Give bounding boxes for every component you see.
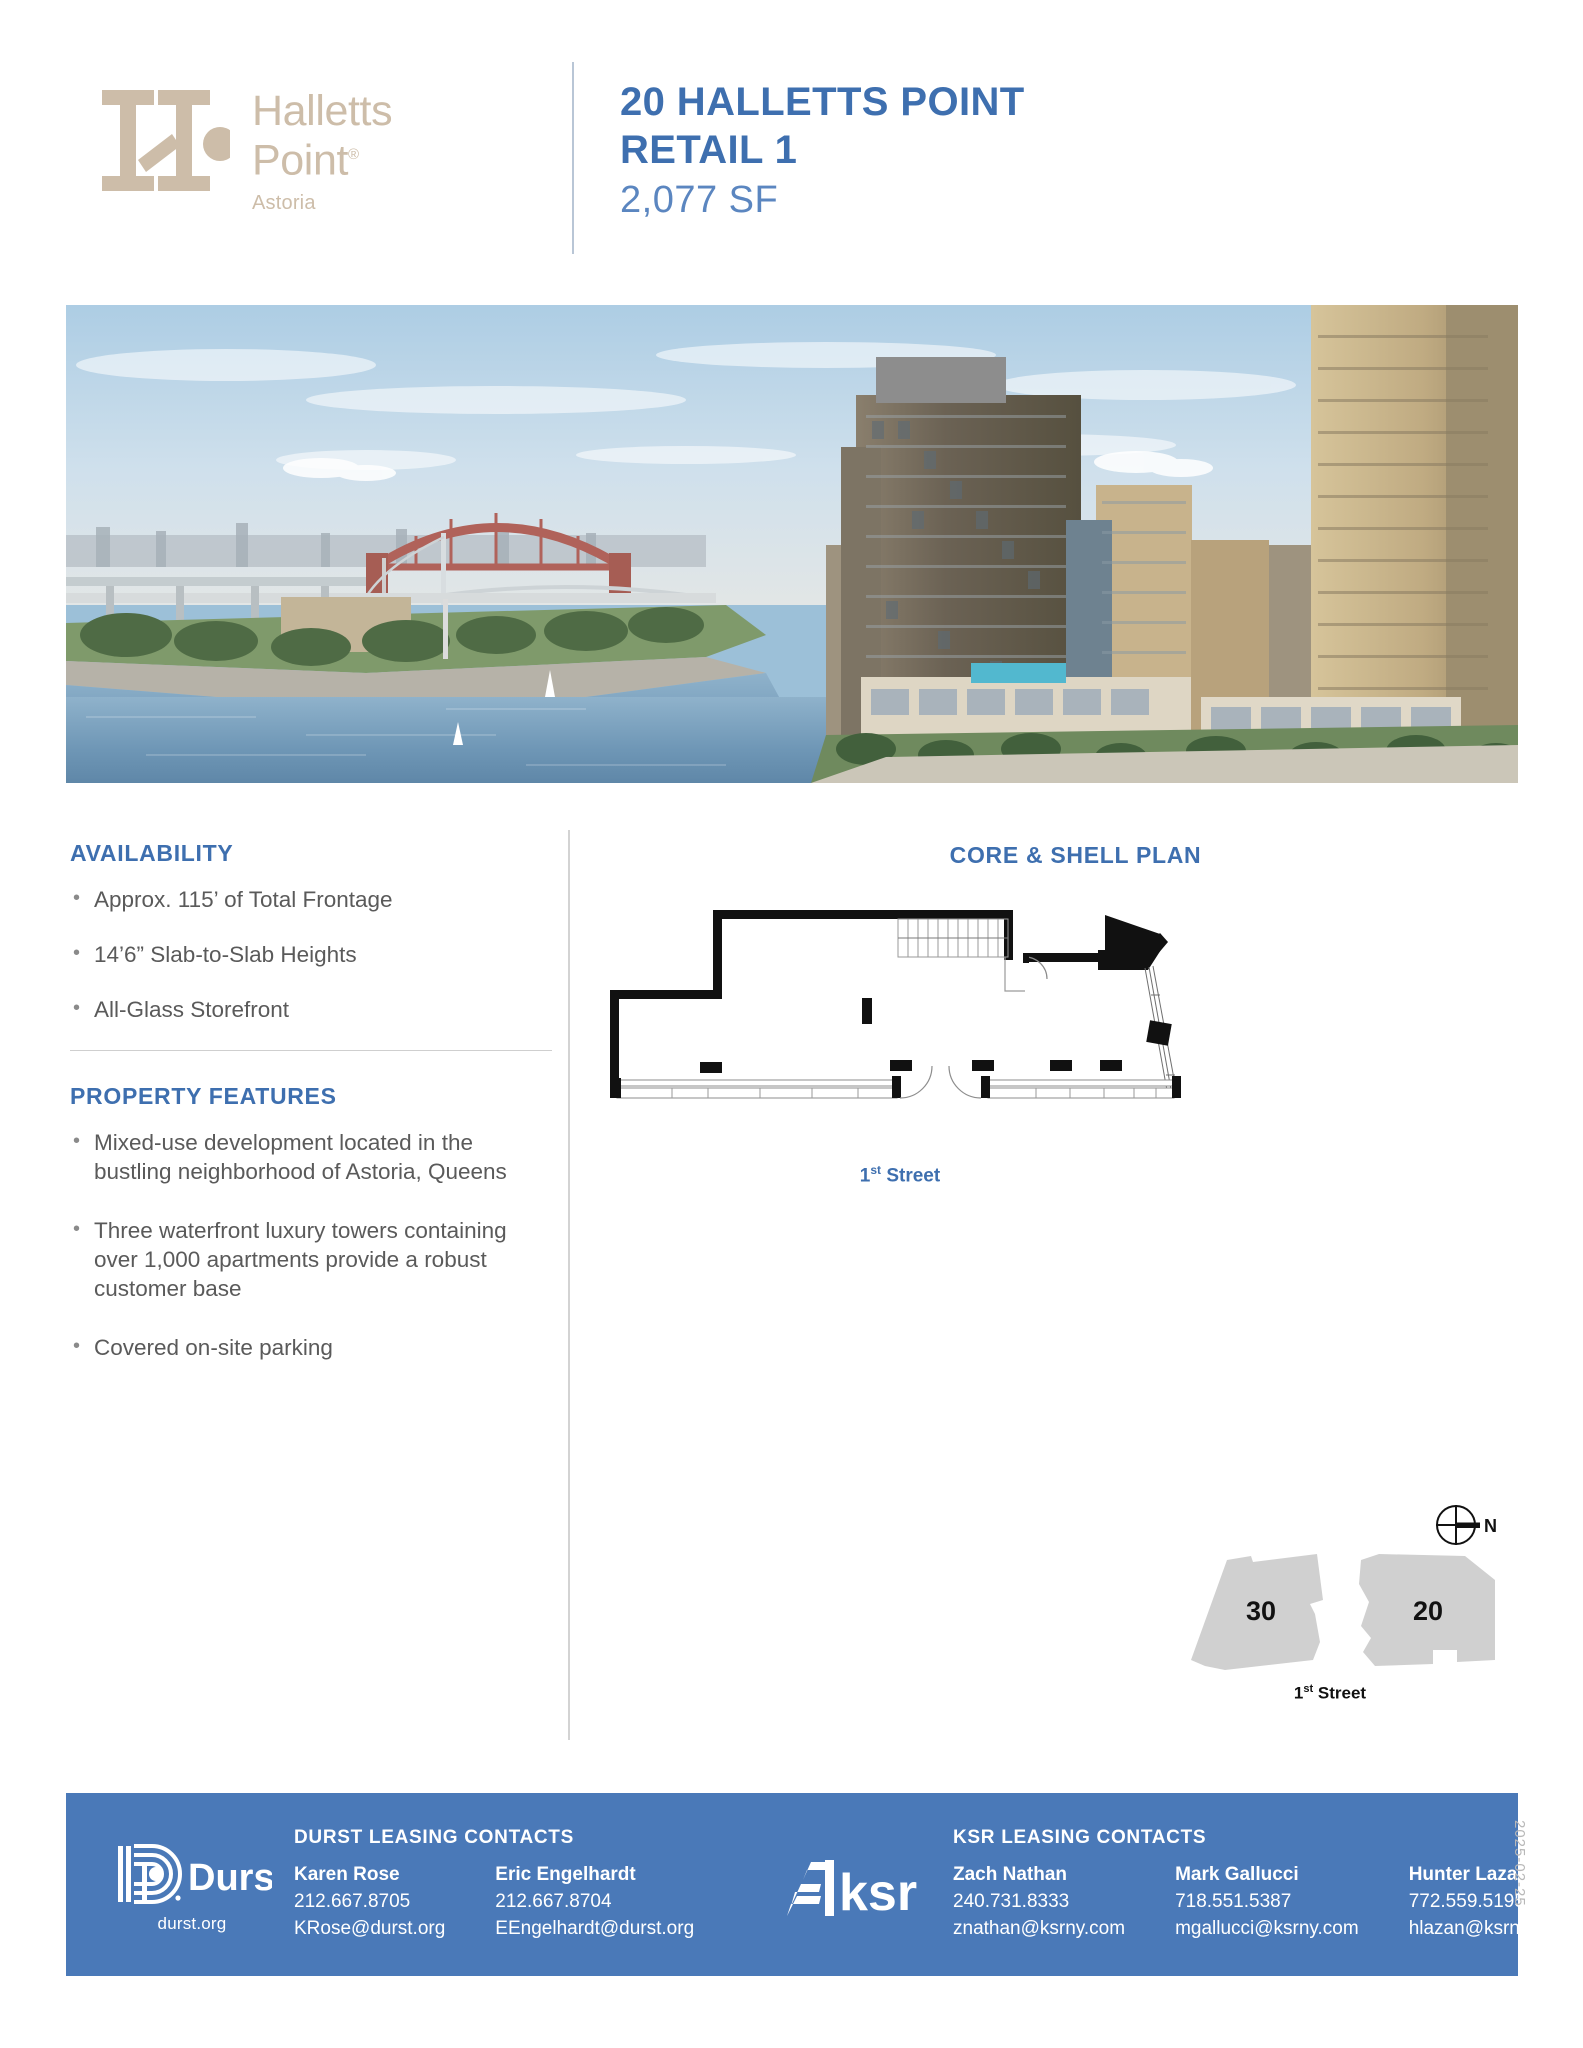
contact-name: Karen Rose [294, 1864, 400, 1885]
flyer-page: Halletts Point® Astoria 20 HALLETTS POIN… [0, 0, 1583, 2048]
availability-section: AVAILABILITY Approx. 115’ of Total Front… [70, 840, 530, 1024]
contact-email[interactable]: hlazan@ksrny.com [1409, 1915, 1569, 1942]
contact-email[interactable]: mgallucci@ksrny.com [1175, 1915, 1359, 1942]
page-title: 20 HALLETTS POINT RETAIL 1 2,077 SF [620, 78, 1025, 226]
halletts-point-logo: Halletts Point® Astoria [100, 87, 393, 215]
keymap-street-label: 1st Street [1293, 1683, 1367, 1703]
svg-text:20: 20 [1413, 1596, 1443, 1626]
halletts-point-wordmark: Halletts Point® Astoria [252, 87, 393, 215]
contact-email[interactable]: znathan@ksrny.com [953, 1915, 1125, 1942]
page-header: Halletts Point® Astoria 20 HALLETTS POIN… [0, 0, 1583, 290]
contact-name: Mark Gallucci [1175, 1864, 1299, 1885]
contact-phone[interactable]: 212.667.8704 [495, 1888, 694, 1915]
durst-logo-icon: Durst durst.org [112, 1836, 272, 1934]
contact-card: Mark Gallucci 718.551.5387 mgallucci@ksr… [1175, 1862, 1359, 1942]
contact-card: Eric Engelhardt 212.667.8704 EEngelhardt… [495, 1862, 694, 1942]
contact-phone[interactable]: 718.551.5387 [1175, 1888, 1359, 1915]
list-item: All-Glass Storefront [70, 994, 530, 1024]
svg-text:Durst: Durst [188, 1857, 272, 1899]
column-divider [568, 830, 570, 1740]
footer-contacts-bar: Durst durst.org DURST LEASING CONTACTS K… [66, 1793, 1569, 1976]
contact-phone[interactable]: 212.667.8705 [294, 1888, 445, 1915]
hero-photo [66, 305, 1518, 783]
property-features-section: PROPERTY FEATURES Mixed-use development … [70, 1083, 530, 1362]
logo-sublabel: Astoria [252, 192, 316, 215]
site-key-map: 30 20 [1165, 1542, 1495, 1677]
list-item: Three waterfront luxury towers containin… [70, 1215, 530, 1303]
halletts-point-h-monogram-icon [100, 88, 237, 193]
contact-phone[interactable]: 772.559.5195 [1409, 1888, 1569, 1915]
contact-card: Karen Rose 212.667.8705 KRose@durst.org [294, 1862, 445, 1942]
contact-card: Hunter Lazan 772.559.5195 hlazan@ksrny.c… [1409, 1862, 1569, 1942]
svg-text:N: N [1484, 1516, 1497, 1536]
plan-street-label: 1st Street [859, 1163, 941, 1187]
svg-text:30: 30 [1246, 1596, 1276, 1626]
left-column: AVAILABILITY Approx. 115’ of Total Front… [70, 840, 552, 1392]
durst-url[interactable]: durst.org [112, 1914, 272, 1934]
durst-contacts-row: Karen Rose 212.667.8705 KRose@durst.org … [294, 1862, 694, 1942]
contact-card: Zach Nathan 240.731.8333 znathan@ksrny.c… [953, 1862, 1125, 1942]
ksr-logo-icon: ksr [781, 1854, 931, 1916]
contact-email[interactable]: EEngelhardt@durst.org [495, 1915, 694, 1942]
durst-contacts-block: DURST LEASING CONTACTS Karen Rose 212.66… [294, 1827, 694, 1942]
list-item: Mixed-use development located in the bus… [70, 1127, 530, 1186]
contact-name: Eric Engelhardt [495, 1864, 636, 1885]
property-features-heading: PROPERTY FEATURES [70, 1083, 337, 1109]
logo-line-1: Halletts [252, 87, 393, 135]
contact-name: Zach Nathan [953, 1864, 1068, 1885]
registered-mark: ® [348, 146, 359, 163]
contact-name: Hunter Lazan [1408, 1864, 1530, 1885]
ksr-contacts-row: Zach Nathan 240.731.8333 znathan@ksrny.c… [953, 1862, 1569, 1942]
ksr-contacts-heading: KSR LEASING CONTACTS [953, 1827, 1207, 1848]
list-item: 14’6” Slab-to-Slab Heights [70, 939, 530, 969]
section-rule [70, 1050, 552, 1051]
svg-text:ksr: ksr [839, 1864, 917, 1916]
core-shell-floor-plan [600, 890, 1200, 1150]
ksr-contacts-block: KSR LEASING CONTACTS Zach Nathan 240.731… [953, 1827, 1569, 1942]
ksr-contacts-group: ksr KSR LEASING CONTACTS Zach Nathan 240… [781, 1793, 1569, 1976]
availability-heading: AVAILABILITY [70, 840, 234, 866]
header-divider [572, 62, 574, 254]
contact-email[interactable]: KRose@durst.org [294, 1915, 445, 1942]
list-item: Approx. 115’ of Total Frontage [70, 884, 530, 914]
title-line-1: 20 HALLETTS POINT [620, 80, 1025, 124]
contact-phone[interactable]: 240.731.8333 [953, 1888, 1125, 1915]
property-features-list: Mixed-use development located in the bus… [70, 1127, 530, 1362]
document-datestamp: 2025-02-25 [1511, 1820, 1528, 1907]
title-square-footage: 2,077 SF [620, 179, 779, 221]
core-shell-plan-heading: CORE & SHELL PLAN [949, 842, 1202, 868]
durst-contacts-group: Durst durst.org DURST LEASING CONTACTS K… [112, 1793, 694, 1976]
availability-list: Approx. 115’ of Total Frontage 14’6” Sla… [70, 884, 530, 1024]
title-line-2: RETAIL 1 [620, 128, 798, 172]
durst-contacts-heading: DURST LEASING CONTACTS [294, 1827, 574, 1848]
logo-line-2: Point® [252, 136, 359, 185]
list-item: Covered on-site parking [70, 1332, 530, 1362]
